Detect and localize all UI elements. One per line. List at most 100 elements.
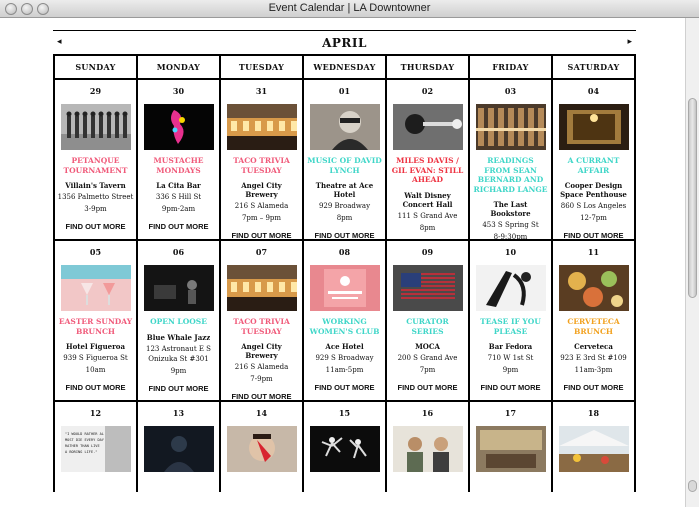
find-out-more-link[interactable]: FIND OUT MORE [55,222,136,231]
event-address: 860 S Los Angeles [560,202,627,210]
event-time: 11am-3pm [574,366,613,374]
day-number: 31 [255,86,268,96]
day-number: 16 [421,408,434,418]
event-title[interactable]: OPEN LOOSE [138,317,219,327]
event-title[interactable]: WORKING WOMEN'S CLUB [304,317,385,336]
event-venue: Blue Whale Jazz [146,332,211,342]
market-photo[interactable] [558,426,629,472]
find-out-more-link[interactable]: FIND OUT MORE [470,383,551,392]
weekday-label-wednesday: WEDNESDAY [304,56,387,78]
brewery-photo[interactable] [226,265,297,311]
drinks-photo[interactable] [60,265,131,311]
day-number: 10 [504,247,517,257]
find-out-more-link[interactable]: FIND OUT MORE [387,383,468,392]
event-address: 923 E 3rd St #109 [560,354,627,362]
portrait-photo[interactable] [309,104,380,150]
event-title[interactable]: CURATOR SERIES [387,317,468,336]
weekday-label-saturday: SATURDAY [553,56,636,78]
brewery-photo[interactable] [226,104,297,150]
next-month-arrow-icon[interactable]: ▸ [627,36,632,47]
event-title[interactable]: A CURRANT AFFAIR [553,156,634,175]
dark-figure-photo[interactable] [143,426,214,472]
event-time: 11am-5pm [325,366,364,374]
bookstore-photo[interactable] [475,104,546,150]
event-title[interactable]: PETANQUE TOURNAMENT [55,156,136,175]
day-number: 30 [172,86,185,96]
event-title[interactable]: READINGS FROM SEAN BERNARD AND RICHARD L… [470,156,551,194]
day-number: 12 [89,408,102,418]
find-out-more-link[interactable]: FIND OUT MORE [304,231,385,239]
event-venue: Cooper Design Space Penthouse [560,181,627,199]
event-venue: Villain's Tavern [65,181,126,190]
day-number: 07 [255,247,268,257]
find-out-more-link[interactable]: FIND OUT MORE [304,383,385,392]
face-paint-photo[interactable] [226,426,297,472]
event-title[interactable]: MUSIC OF DAVID LYNCH [304,156,385,175]
prev-month-arrow-icon[interactable]: ◂ [57,36,62,47]
event-venue: Walt Disney Concert Hall [402,190,453,209]
event-venue: Angel City Brewery [241,342,282,360]
day-number: 11 [587,247,600,257]
day-cell: 14 [221,402,304,492]
day-number: 18 [587,408,600,418]
scrollbar-bottom-cap[interactable] [688,480,697,492]
event-title[interactable]: TEASE IF YOU PLEASE [470,317,551,336]
day-number: 05 [89,247,102,257]
event-venue: Theatre at Ace Hotel [315,181,374,199]
interior-photo[interactable] [558,104,629,150]
find-out-more-link[interactable]: FIND OUT MORE [138,384,219,393]
find-out-more-link[interactable]: FIND OUT MORE [221,231,302,239]
window-titlebar: Event Calendar | LA Downtowner [0,0,699,18]
event-address: 216 S Alameda [234,202,289,210]
stage-photo[interactable] [143,265,214,311]
day-cell: 06 OPEN LOOSE Blue Whale Jazz 123 Astronaut… [138,241,221,400]
flag-photo[interactable] [392,265,463,311]
event-title[interactable]: MUSTACHE MONDAYS [138,156,219,175]
event-time: 8pm [419,223,436,232]
event-time: 7pm [419,366,436,374]
event-time: 7-9pm [250,375,273,383]
people-photo[interactable] [60,104,131,150]
event-title[interactable]: TACO TRIVIA TUESDAY [221,156,302,175]
event-title[interactable]: MILES DAVIS / GIL EVAN: STILL AHEAD [387,156,468,185]
trumpet-photo[interactable] [392,104,463,150]
event-venue: Cerveteca [574,342,613,351]
window-controls [5,3,49,15]
day-cell: 29 PETANQUE TOURNAMENT Villain's Tavern 135… [55,80,138,239]
poster-photo[interactable] [309,265,380,311]
find-out-more-link[interactable]: FIND OUT MORE [138,222,219,231]
find-out-more-link[interactable]: FIND OUT MORE [55,383,136,392]
event-title[interactable]: EASTER SUNDAY BRUNCH [55,317,136,336]
musicians-photo[interactable] [392,426,463,472]
day-number: 02 [421,86,434,96]
dancer-photo[interactable] [475,265,546,311]
event-title[interactable]: TACO TRIVIA TUESDAY [221,317,302,336]
svg-text:"I WOULD RATHER AL: "I WOULD RATHER AL [65,432,104,436]
dance-photo[interactable] [309,426,380,472]
room-photo[interactable] [475,426,546,472]
event-title[interactable]: CERVETECA BRUNCH [553,317,634,336]
event-time: 9pm-2am [161,205,196,213]
day-cell: 07 TACO TRIVIA TUESDAY Angel City Brewery 2… [221,241,304,400]
close-window-button[interactable] [5,3,17,15]
event-address: 453 S Spring St [482,221,539,229]
svg-text:A BORING LIFE.": A BORING LIFE." [65,450,97,454]
vertical-scrollbar[interactable] [685,18,699,507]
find-out-more-link[interactable]: FIND OUT MORE [553,383,634,392]
find-out-more-link[interactable]: FIND OUT MORE [221,392,302,400]
scrollbar-thumb[interactable] [688,98,697,298]
event-time: 12-7pm [580,214,607,222]
svg-text:RATHER THAN LIVE: RATHER THAN LIVE [65,444,100,448]
event-time: 9pm [170,366,187,375]
quote-card-photo[interactable]: "I WOULD RATHER AL MOST DIE EVERY DAY RAT… [60,426,131,472]
find-out-more-link[interactable]: FIND OUT MORE [553,231,634,239]
event-venue: Hotel Figueroa [65,342,126,351]
event-address: 929 S Broadway [315,354,374,362]
event-venue: Angel City Brewery [241,181,282,199]
zoom-window-button[interactable] [37,3,49,15]
pink-figure-photo[interactable] [143,104,214,150]
day-cell: 11 CERVETECA BRUNCH Cerveteca 923 E 3rd St … [553,241,636,400]
event-address: 929 Broadway [318,202,371,210]
minimize-window-button[interactable] [21,3,33,15]
food-photo[interactable] [558,265,629,311]
